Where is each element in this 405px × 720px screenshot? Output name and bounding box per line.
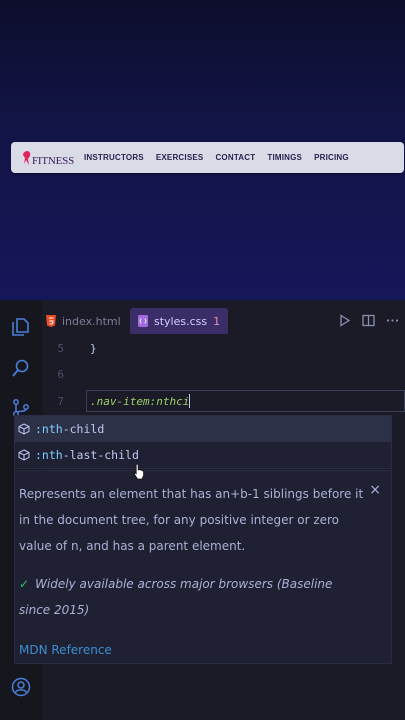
site-navbar: FITNESS INSTRUCTORS EXERCISES CONTACT TI…: [11, 142, 404, 173]
suggestion-list: :nth -child :nth -last-child: [14, 415, 392, 469]
text-cursor: [189, 394, 191, 408]
suggestion-rest: -child: [62, 422, 105, 436]
tab-styles-css[interactable]: styles.css 1: [130, 308, 229, 334]
css-selector: .nav-item: [90, 394, 150, 408]
site-logo[interactable]: FITNESS: [21, 149, 74, 167]
css-file-icon: [138, 315, 148, 327]
nav-link-contact[interactable]: CONTACT: [215, 153, 255, 162]
nav-link-instructors[interactable]: INSTRUCTORS: [84, 153, 144, 162]
mdn-reference-link[interactable]: MDN Reference: [19, 637, 367, 663]
run-icon[interactable]: [338, 314, 351, 327]
line-number: 6: [57, 367, 64, 381]
property-cube-icon: [18, 423, 30, 435]
code-text: }: [90, 341, 97, 355]
logo-text: FITNESS: [32, 154, 74, 167]
suggestion-details: × Represents an element that has an+b-1 …: [14, 470, 392, 664]
editor-actions: [338, 314, 399, 327]
css-pseudo-class: :nthci: [149, 394, 190, 408]
problem-count-badge: 1: [213, 314, 221, 328]
editor-tabs: index.html styles.css 1: [42, 308, 405, 334]
code-line-current[interactable]: 7 .nav-item:nthci: [42, 390, 191, 412]
nav-link-timings[interactable]: TIMINGS: [267, 153, 302, 162]
account-icon[interactable]: [11, 677, 31, 697]
suggestion-match: :nth: [35, 448, 63, 462]
html-file-icon: [46, 315, 56, 327]
code-editor: index.html styles.css 1 5} 6 7 .nav-ite…: [0, 300, 405, 720]
tab-label: styles.css: [154, 314, 208, 328]
nav-link-exercises[interactable]: EXERCISES: [156, 153, 204, 162]
suggestion-match: :nth: [35, 422, 63, 436]
code-line[interactable]: 6: [42, 363, 90, 385]
line-number: 7: [57, 394, 64, 408]
suggestion-rest: -last-child: [62, 448, 139, 462]
code-line[interactable]: 5 }: [42, 337, 97, 359]
check-icon: ✓: [19, 577, 30, 591]
compat-text: Widely available across major browsers (…: [19, 577, 333, 617]
browser-compat: ✓ Widely available across major browsers …: [19, 571, 367, 623]
line-number: 5: [57, 341, 64, 355]
tab-index-html[interactable]: index.html: [46, 308, 121, 334]
suggestion-item[interactable]: :nth -last-child: [15, 442, 391, 468]
docs-description: Represents an element that has an+b-1 si…: [19, 487, 364, 553]
nav-link-pricing[interactable]: PRICING: [314, 153, 349, 162]
website-preview: FITNESS INSTRUCTORS EXERCISES CONTACT TI…: [0, 0, 405, 300]
nav-links: INSTRUCTORS EXERCISES CONTACT TIMINGS PR…: [84, 153, 349, 162]
suggestion-item[interactable]: :nth -child: [15, 416, 391, 442]
search-icon[interactable]: [11, 358, 31, 378]
tab-label: index.html: [62, 314, 121, 328]
close-icon[interactable]: ×: [369, 477, 381, 503]
explorer-icon[interactable]: [11, 317, 31, 337]
mouse-pointer-icon: [133, 463, 144, 480]
split-editor-icon[interactable]: [362, 314, 375, 327]
more-actions-icon[interactable]: [386, 314, 399, 327]
property-cube-icon: [18, 449, 30, 461]
